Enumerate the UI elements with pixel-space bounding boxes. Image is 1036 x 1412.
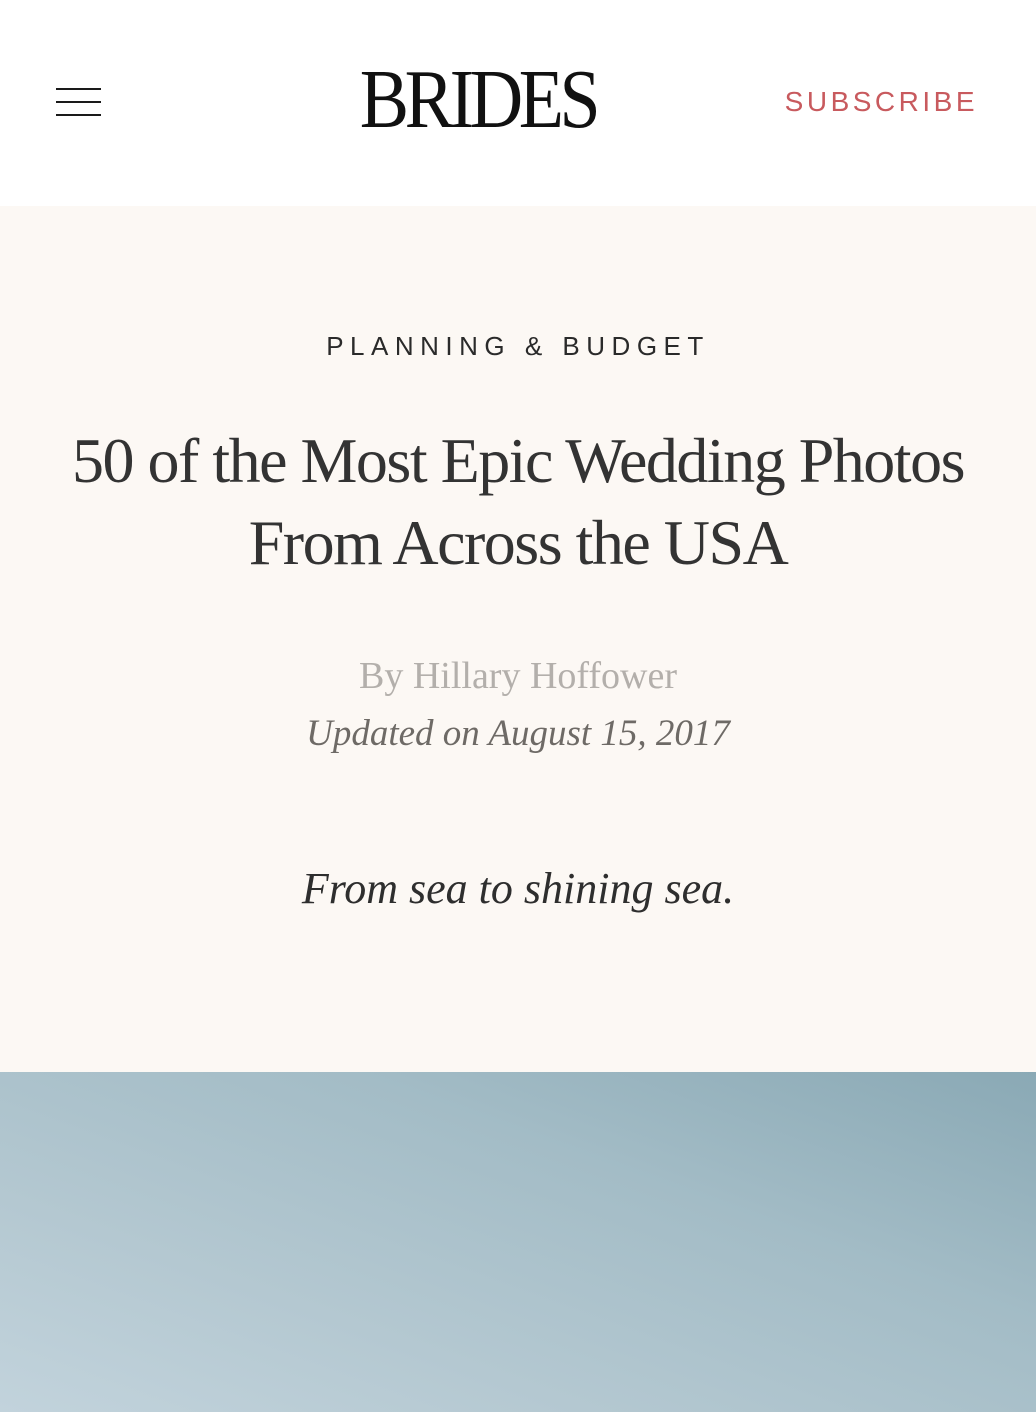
article-category-link[interactable]: PLANNING & BUDGET xyxy=(0,330,1036,362)
site-header: BRIDES SUBSCRIBE xyxy=(0,0,1036,206)
article-header: PLANNING & BUDGET 50 of the Most Epic We… xyxy=(0,206,1036,1072)
article-byline[interactable]: By Hillary Hoffower xyxy=(0,652,1036,700)
subscribe-button[interactable]: SUBSCRIBE xyxy=(785,84,978,120)
article-dek: From sea to shining sea. xyxy=(301,864,735,913)
article-updated-date: Updated on August 15, 2017 xyxy=(306,713,730,754)
site-logo-text: BRIDES xyxy=(359,53,601,146)
article-title: 50 of the Most Epic Wedding Photos From … xyxy=(72,425,965,578)
hero-image xyxy=(0,1072,1036,1412)
